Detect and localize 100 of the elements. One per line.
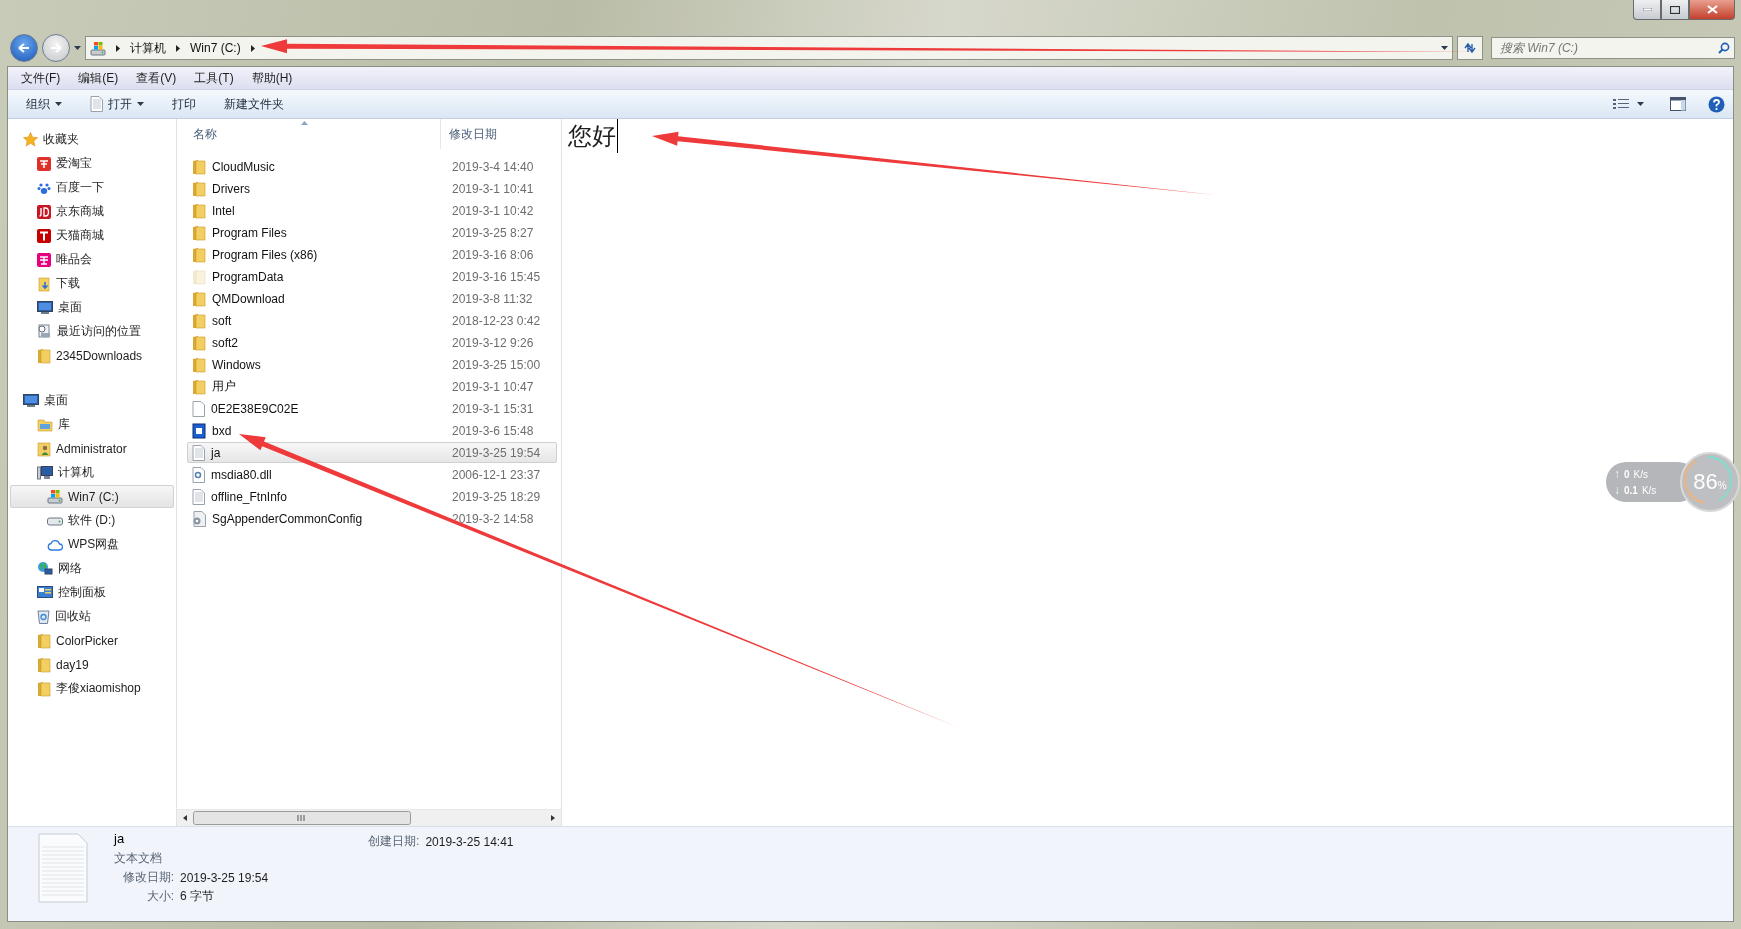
close-icon — [1706, 5, 1718, 14]
modified-date: 2019-3-16 8:06 — [451, 247, 534, 262]
file-row[interactable]: Drivers 2019-3-1 10:41 — [187, 178, 557, 199]
file-row[interactable]: ja 2019-3-25 19:54 — [187, 442, 557, 463]
sidebar-item[interactable]: ColorPicker — [10, 629, 174, 652]
star-icon — [23, 132, 38, 147]
address-dropdown-icon[interactable] — [1441, 46, 1448, 50]
ring-gauge-icon — [1682, 454, 1734, 506]
folder-icon — [192, 158, 206, 175]
sidebar-item[interactable]: 库 — [10, 413, 174, 436]
file-row[interactable]: 0E2E38E9C02E 2019-3-1 15:31 — [187, 398, 557, 419]
file-name: ja — [114, 831, 126, 848]
chevron-right-icon[interactable] — [250, 44, 255, 52]
help-icon[interactable] — [1708, 95, 1725, 113]
detail-label: 大小: — [145, 888, 174, 905]
file-row[interactable]: ProgramData 2019-3-16 15:45 — [187, 266, 557, 287]
sidebar-item[interactable]: day19 — [10, 653, 174, 676]
sidebar-item[interactable]: 控制面板 — [10, 581, 174, 604]
search-field[interactable]: 搜索 Win7 (C:) — [1491, 37, 1735, 59]
modified-date: 2019-3-12 9:26 — [451, 335, 534, 350]
refresh-button[interactable] — [1457, 36, 1483, 60]
toolbar-button[interactable]: 新建文件夹 — [214, 92, 294, 116]
toolbar-button[interactable]: 组织 — [16, 92, 72, 116]
detail-label: 修改日期: — [121, 869, 174, 886]
modified-date: 2019-3-1 10:41 — [451, 181, 534, 196]
file-icon — [192, 400, 205, 417]
folder-icon — [37, 347, 51, 364]
history-dropdown-icon[interactable] — [74, 46, 81, 50]
chevron-right-icon[interactable] — [176, 44, 180, 52]
menu-item[interactable]: 工具(T) — [185, 69, 243, 87]
close-button[interactable] — [1689, 0, 1735, 20]
menu-item[interactable]: 文件(F) — [12, 69, 70, 87]
control-panel-icon — [37, 585, 53, 600]
detail-value: 2019-3-25 14:41 — [425, 834, 514, 849]
download-folder-icon — [37, 275, 51, 292]
maximize-button[interactable] — [1661, 0, 1689, 20]
sidebar-item[interactable]: 软件 (D:) — [10, 509, 174, 532]
file-row[interactable]: offline_FtnInfo 2019-3-25 18:29 — [187, 486, 557, 507]
menu-item[interactable]: 编辑(E) — [69, 69, 128, 87]
sidebar-item[interactable]: 网络 — [10, 557, 174, 580]
folder-icon — [192, 378, 206, 395]
breadcrumb[interactable]: 计算机 — [130, 39, 166, 57]
folder-icon — [37, 656, 51, 673]
sidebar-item[interactable]: Win7 (C:) — [10, 485, 174, 508]
file-row[interactable]: CloudMusic 2019-3-4 14:40 — [187, 156, 557, 177]
view-options-icon[interactable] — [1613, 98, 1629, 110]
sidebar-item[interactable]: Administrator — [10, 437, 174, 460]
detail-value: 2019-3-25 19:54 — [180, 870, 269, 885]
file-row[interactable]: Program Files 2019-3-25 8:27 — [187, 222, 557, 243]
toolbar-button[interactable]: 打印 — [162, 92, 206, 116]
menu-item[interactable]: 帮助(H) — [242, 69, 302, 87]
modified-date: 2019-3-1 15:31 — [451, 401, 534, 416]
file-row[interactable]: bxd 2019-3-6 15:48 — [187, 420, 557, 441]
file-name: soft2 — [212, 335, 238, 350]
sidebar-item[interactable]: 天猫商城 — [10, 224, 174, 247]
drive-icon — [47, 489, 63, 504]
scroll-thumb[interactable] — [193, 811, 411, 825]
address-bar[interactable]: 计算机 Win7 (C:) — [85, 36, 1453, 60]
minimize-icon — [1642, 8, 1652, 11]
file-name: Intel — [212, 203, 235, 218]
sidebar-item[interactable]: 收藏夹 — [10, 128, 174, 151]
sidebar-item[interactable]: 计算机 — [10, 461, 174, 484]
sidebar-item[interactable]: 桌面 — [10, 296, 174, 319]
folder-icon — [192, 334, 206, 351]
file-row[interactable]: msdia80.dll 2006-12-1 23:37 — [187, 464, 557, 485]
sidebar-item[interactable]: 下载 — [10, 272, 174, 295]
sidebar-item[interactable]: 最近访问的位置 — [10, 320, 174, 343]
file-row[interactable]: QMDownload 2019-3-8 11:32 — [187, 288, 557, 309]
file-row[interactable]: Intel 2019-3-1 10:42 — [187, 200, 557, 221]
sidebar-item[interactable]: 唯品会 — [10, 248, 174, 271]
menu-item[interactable]: 查看(V) — [127, 69, 186, 87]
forward-button[interactable] — [42, 34, 70, 62]
sidebar-item[interactable]: 2345Downloads — [10, 344, 174, 367]
sidebar-item[interactable]: 李俊xiaomishop — [10, 677, 174, 700]
column-header[interactable]: 修改日期 — [441, 119, 559, 149]
file-row[interactable]: Windows 2019-3-25 15:00 — [187, 354, 557, 375]
preview-pane-icon[interactable] — [1670, 97, 1686, 111]
sidebar-item[interactable]: WPS网盘 — [10, 533, 174, 556]
chevron-right-icon[interactable] — [116, 44, 120, 52]
minimize-button[interactable] — [1633, 0, 1661, 20]
sidebar-item[interactable]: 桌面 — [10, 389, 174, 412]
file-name: Windows — [212, 357, 261, 372]
folder-icon — [192, 356, 206, 373]
file-row[interactable]: Program Files (x86) 2019-3-16 8:06 — [187, 244, 557, 265]
back-button[interactable] — [10, 34, 38, 62]
horizontal-scrollbar[interactable] — [177, 809, 561, 826]
toolbar-button[interactable]: 打开 — [80, 92, 154, 116]
sidebar-item[interactable]: 爱淘宝 — [10, 152, 174, 175]
file-row[interactable]: 用户 2019-3-1 10:47 — [187, 376, 557, 397]
folder-icon — [37, 680, 51, 697]
sidebar-item[interactable]: 百度一下 — [10, 176, 174, 199]
modified-date: 2018-12-23 0:42 — [451, 313, 541, 328]
file-row[interactable]: soft2 2019-3-12 9:26 — [187, 332, 557, 353]
text-file-icon — [192, 488, 205, 505]
sidebar-item[interactable]: 回收站 — [10, 605, 174, 628]
modified-date: 2019-3-25 8:27 — [451, 225, 534, 240]
breadcrumb[interactable]: Win7 (C:) — [190, 41, 241, 55]
sidebar-item[interactable]: 京东商城 — [10, 200, 174, 223]
caret-icon[interactable] — [1637, 102, 1644, 106]
file-row[interactable]: soft 2018-12-23 0:42 — [187, 310, 557, 331]
